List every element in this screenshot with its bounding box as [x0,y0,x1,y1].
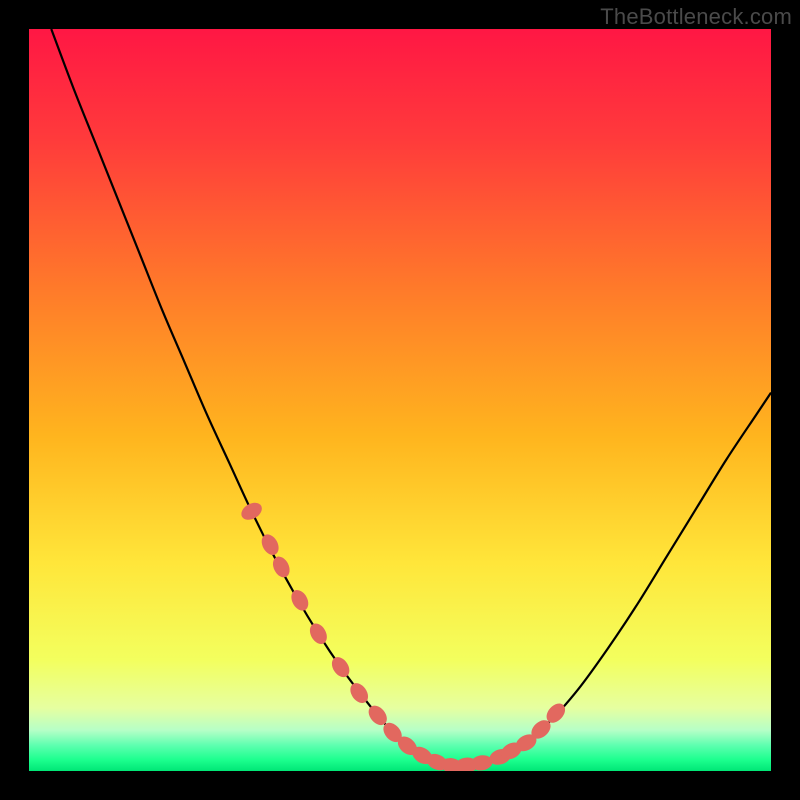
watermark-text: TheBottleneck.com [600,4,792,30]
chart-svg [29,29,771,771]
gradient-bg [29,29,771,771]
chart-frame [29,29,771,771]
